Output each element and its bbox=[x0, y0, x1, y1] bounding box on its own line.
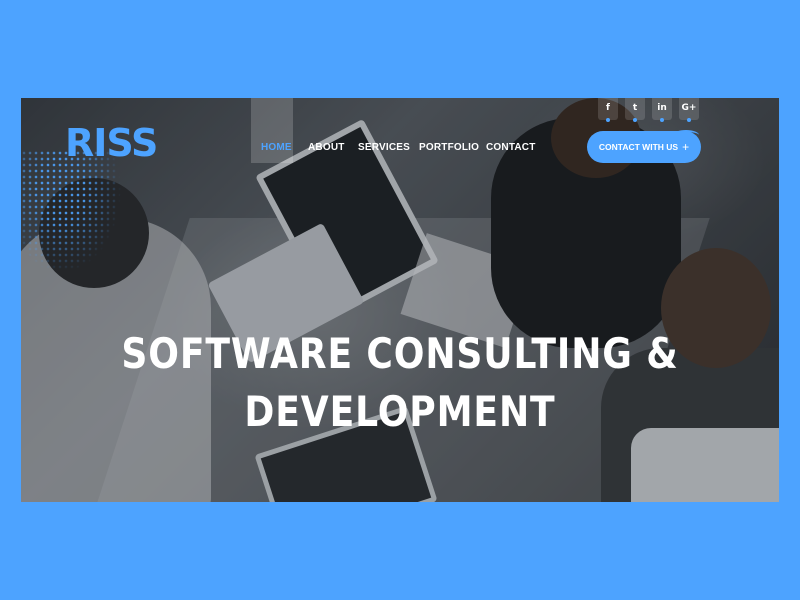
nav-about[interactable]: ABOUT bbox=[308, 142, 345, 153]
contact-with-us-button[interactable]: CONTACT WITH US + bbox=[587, 131, 701, 163]
contact-button-label: CONTACT WITH US bbox=[598, 142, 679, 152]
logo-dot-pattern bbox=[21, 150, 136, 335]
twitter-icon[interactable]: t bbox=[625, 98, 645, 122]
nav-home[interactable]: HOME bbox=[261, 142, 292, 153]
logo[interactable]: RISS bbox=[65, 123, 158, 163]
linkedin-icon[interactable]: in bbox=[652, 98, 672, 122]
facebook-icon[interactable]: f bbox=[598, 98, 618, 122]
nav-portfolio[interactable]: PORTFOLIO bbox=[419, 142, 479, 153]
nav-contact[interactable]: CONTACT bbox=[486, 142, 536, 153]
hero-headline-line1: SOFTWARE CONSULTING & bbox=[121, 329, 679, 378]
active-nav-highlight bbox=[251, 98, 293, 163]
hero-section: RISS HOME ABOUT SERVICES PORTFOLIO CONTA… bbox=[21, 98, 779, 502]
hero-headline-line2: DEVELOPMENT bbox=[244, 387, 556, 436]
google-plus-icon[interactable]: G+ bbox=[679, 98, 699, 122]
nav-services[interactable]: SERVICES bbox=[358, 142, 410, 153]
plus-icon: + bbox=[682, 140, 690, 154]
